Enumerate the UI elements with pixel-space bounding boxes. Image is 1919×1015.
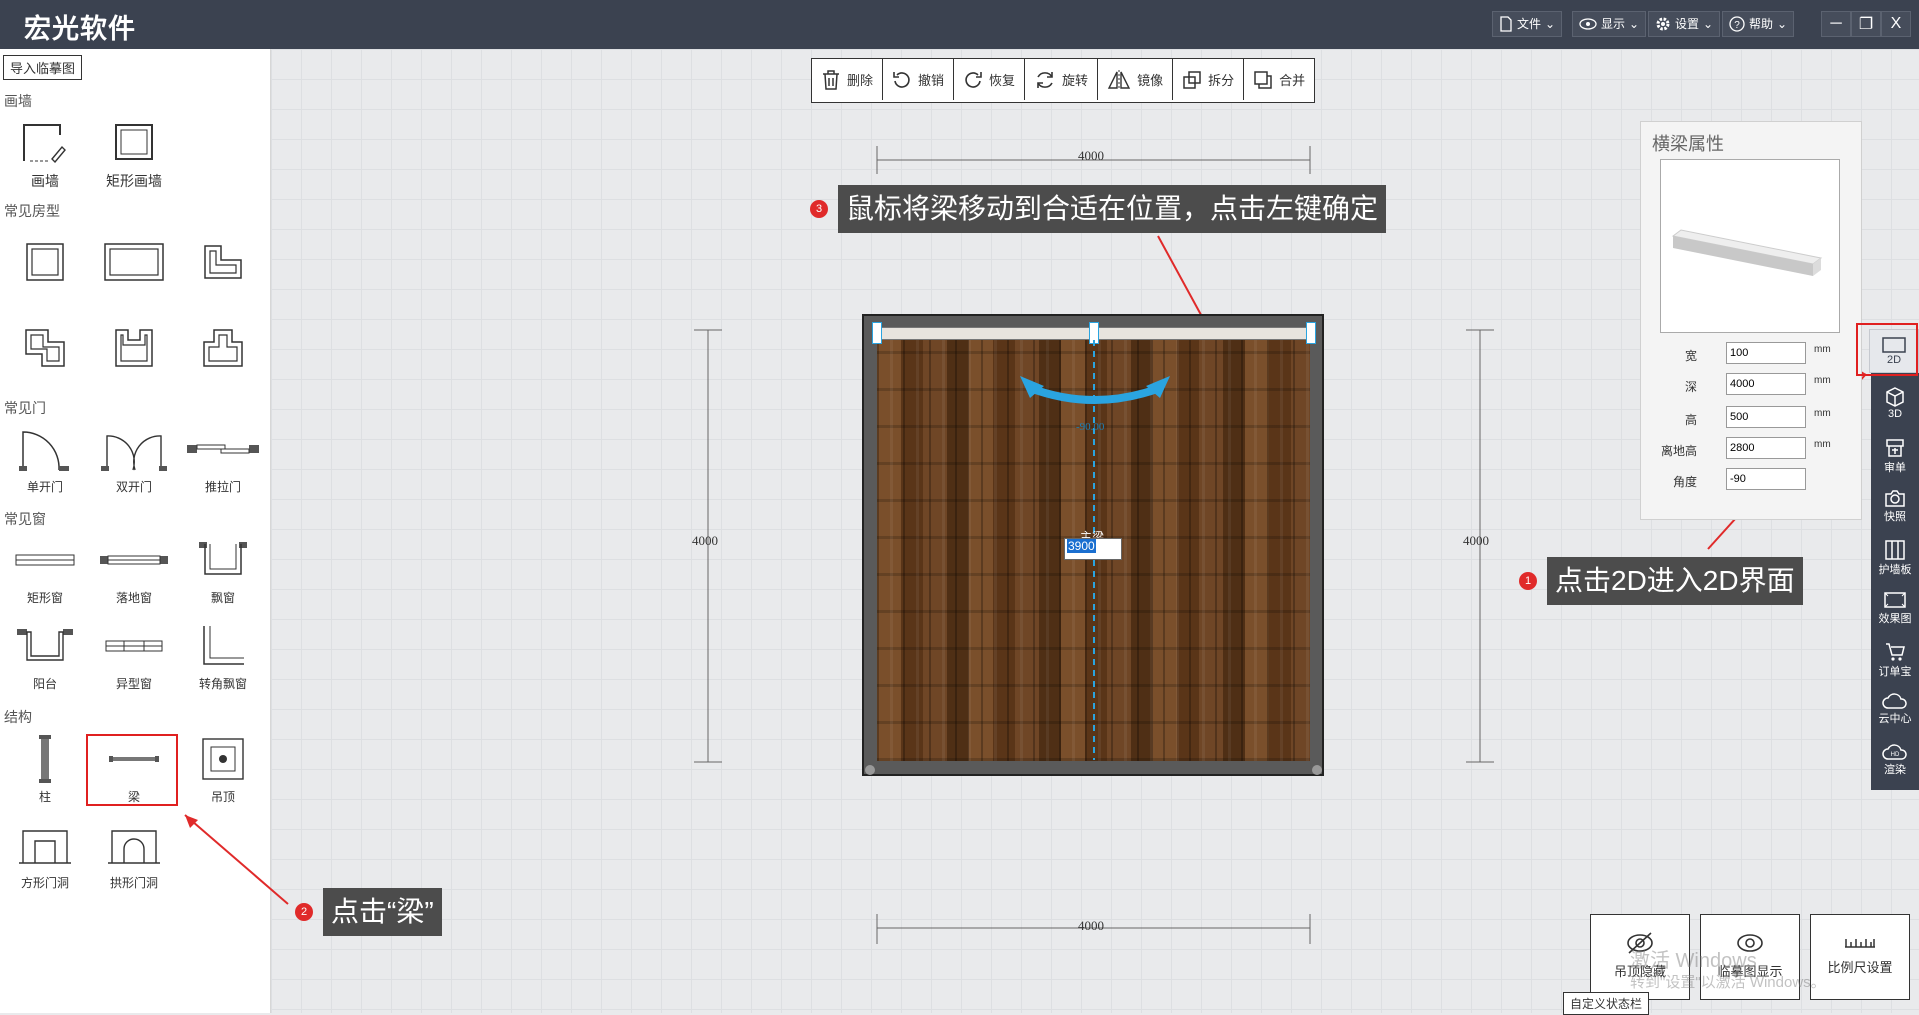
step-badge-3: 3 <box>810 200 828 218</box>
cloud-center-label: 云中心 <box>1878 713 1912 725</box>
camera-icon <box>1885 490 1905 507</box>
render-image-button[interactable]: 效果图 <box>1871 584 1919 634</box>
prop-height-row: 高 mm <box>1641 406 1861 430</box>
angle-label: -90.00 <box>1076 421 1105 433</box>
prop-angle-label: 角度 <box>1672 475 1697 489</box>
step-badge-2: 2 <box>295 903 313 921</box>
step-badge-1: 1 <box>1519 572 1537 590</box>
prop-height-label: 高 <box>1684 413 1697 427</box>
prop-depth-unit: mm <box>1814 375 1831 386</box>
right-sidebar: 3D 审单 快照 护墙板 效果图 订单宝 云中心 HD 渲染 <box>1871 330 1919 790</box>
svg-text:HD: HD <box>1891 752 1900 758</box>
wall-panel-label: 护墙板 <box>1878 564 1912 576</box>
review-button[interactable]: 审单 <box>1871 431 1919 481</box>
view-3d-label: 3D <box>1887 408 1903 420</box>
cloud-center-button[interactable]: 云中心 <box>1871 686 1919 736</box>
custom-status-bar-button[interactable]: 自定义状态栏 <box>1563 992 1650 1015</box>
prop-width-unit: mm <box>1814 344 1831 355</box>
order-label: 订单宝 <box>1878 666 1912 678</box>
view-3d-button[interactable]: 3D <box>1871 380 1919 430</box>
callout-step-3: 鼠标将梁移动到合适在位置，点击左键确定 <box>838 185 1387 233</box>
render-image-icon <box>1884 592 1906 608</box>
prop-depth-label: 深 <box>1684 380 1697 394</box>
hd-cloud-icon: HD <box>1882 744 1907 760</box>
prop-height-input[interactable] <box>1726 406 1806 428</box>
prop-height-unit: mm <box>1814 408 1831 419</box>
beam-3d-preview-icon <box>1671 229 1823 276</box>
beam-length-value: 3900 <box>1067 539 1096 553</box>
prop-depth-row: 深 mm <box>1641 373 1861 397</box>
cart-icon <box>1886 643 1905 661</box>
view-2d-highlight <box>1856 323 1918 376</box>
properties-title: 横梁属性 <box>1652 134 1724 154</box>
windows-watermark-subtitle: 转到"设置"以激活 Windows。 <box>1630 974 1826 991</box>
snapshot-label: 快照 <box>1884 511 1906 523</box>
prop-elevation-label: 离地高 <box>1660 444 1697 458</box>
beam-length-input[interactable]: 3900 <box>1064 538 1122 560</box>
review-icon <box>1886 439 1904 457</box>
cloud-icon <box>1882 693 1907 709</box>
render-button[interactable]: HD 渲染 <box>1871 737 1919 787</box>
prop-depth-input[interactable] <box>1726 373 1806 395</box>
snapshot-button[interactable]: 快照 <box>1871 482 1919 532</box>
render-label: 渲染 <box>1884 764 1906 776</box>
prop-width-label: 宽 <box>1684 349 1697 363</box>
windows-watermark-title: 激活 Windows <box>1630 950 1757 972</box>
prop-angle-input[interactable] <box>1726 468 1806 490</box>
beam-preview <box>1660 159 1840 333</box>
prop-width-input[interactable] <box>1726 342 1806 364</box>
ruler-icon <box>1845 939 1875 948</box>
callout-step-2: 点击“梁” <box>323 888 442 936</box>
order-button[interactable]: 订单宝 <box>1871 635 1919 685</box>
beam-overlay <box>865 340 1322 775</box>
callout-step-1: 点击2D进入2D界面 <box>1547 557 1803 605</box>
prop-elevation-row: 离地高 mm <box>1641 437 1861 461</box>
render-image-label: 效果图 <box>1878 613 1912 625</box>
prop-angle-row: 角度 <box>1641 468 1861 492</box>
beam-properties-panel: 横梁属性 宽 mm 深 mm 高 mm 离地高 mm 角度 <box>1640 121 1862 520</box>
prop-width-row: 宽 mm <box>1641 342 1861 366</box>
prop-elevation-unit: mm <box>1814 439 1831 450</box>
scale-setting-label: 比例尺设置 <box>1827 960 1893 975</box>
wall-panel-button[interactable]: 护墙板 <box>1871 533 1919 583</box>
cube-icon <box>1886 387 1904 407</box>
prop-elevation-input[interactable] <box>1726 437 1806 459</box>
review-label: 审单 <box>1884 462 1906 474</box>
wall-panel-icon <box>1885 540 1905 560</box>
